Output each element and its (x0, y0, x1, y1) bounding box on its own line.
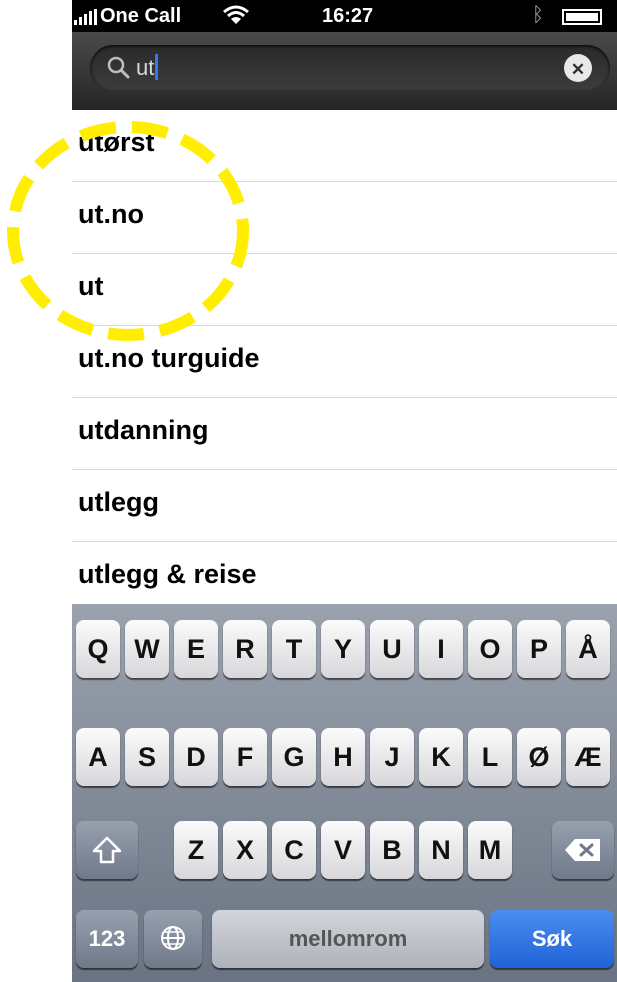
key-m[interactable]: M (468, 821, 512, 879)
clear-search-button[interactable]: ✕ (564, 54, 592, 82)
suggestion-item[interactable]: utdanning (72, 394, 617, 470)
backspace-icon (565, 839, 600, 861)
suggestion-label: ut.no turguide (78, 343, 260, 373)
suggestion-item[interactable]: utlegg (72, 466, 617, 542)
carrier-name: One Call (100, 5, 182, 27)
suggestion-item[interactable]: ut (72, 250, 617, 326)
search-input[interactable]: ut ✕ (90, 45, 610, 91)
key-w[interactable]: W (125, 620, 169, 678)
globe-icon (161, 926, 185, 950)
key-t[interactable]: T (272, 620, 316, 678)
key-y[interactable]: Y (321, 620, 365, 678)
space-key[interactable]: mellomrom (212, 910, 484, 968)
key-l[interactable]: L (468, 728, 512, 786)
on-screen-keyboard: Q W E R T Y U I O P Å A S D F G H J K L … (72, 604, 617, 982)
shift-icon (92, 836, 122, 864)
suggestion-item[interactable]: utlegg & reise (72, 538, 617, 604)
suggestion-item[interactable]: utørst (72, 110, 617, 182)
key-s[interactable]: S (125, 728, 169, 786)
key-i[interactable]: I (419, 620, 463, 678)
suggestion-label: utlegg (78, 487, 159, 517)
key-g[interactable]: G (272, 728, 316, 786)
key-f[interactable]: F (223, 728, 267, 786)
key-a[interactable]: A (76, 728, 120, 786)
globe-key[interactable] (144, 910, 202, 968)
key-z[interactable]: Z (174, 821, 218, 879)
suggestion-list: utørst ut.no ut ut.no turguide utdanning… (72, 110, 617, 604)
status-bar: One Call 16:27 ᛒ (72, 0, 617, 32)
key-aring[interactable]: Å (566, 620, 610, 678)
signal-strength-icon (74, 9, 98, 25)
phone-screen: One Call 16:27 ᛒ ut ✕ utørst ut.no ut ut… (72, 0, 617, 982)
backspace-key[interactable] (552, 821, 614, 879)
suggestion-label: ut.no (78, 199, 144, 229)
key-j[interactable]: J (370, 728, 414, 786)
key-d[interactable]: D (174, 728, 218, 786)
key-p[interactable]: P (517, 620, 561, 678)
key-n[interactable]: N (419, 821, 463, 879)
key-k[interactable]: K (419, 728, 463, 786)
key-q[interactable]: Q (76, 620, 120, 678)
suggestion-label: ut (78, 271, 104, 301)
key-b[interactable]: B (370, 821, 414, 879)
search-query-text: ut (136, 54, 159, 81)
suggestion-item[interactable]: ut.no (72, 178, 617, 254)
close-icon: ✕ (570, 60, 586, 79)
shift-key[interactable] (76, 821, 138, 879)
bluetooth-icon: ᛒ (532, 4, 544, 26)
key-v[interactable]: V (321, 821, 365, 879)
suggestion-label: utlegg & reise (78, 559, 257, 589)
key-ae[interactable]: Æ (566, 728, 610, 786)
key-e[interactable]: E (174, 620, 218, 678)
numbers-key[interactable]: 123 (76, 910, 138, 968)
key-u[interactable]: U (370, 620, 414, 678)
suggestion-label: utørst (78, 127, 155, 157)
wifi-icon (223, 5, 249, 24)
clock: 16:27 (322, 5, 374, 27)
key-c[interactable]: C (272, 821, 316, 879)
search-icon (107, 56, 130, 79)
search-return-key[interactable]: Søk (490, 910, 614, 968)
key-o[interactable]: O (468, 620, 512, 678)
key-h[interactable]: H (321, 728, 365, 786)
suggestion-item[interactable]: ut.no turguide (72, 322, 617, 398)
key-r[interactable]: R (223, 620, 267, 678)
suggestion-label: utdanning (78, 415, 209, 445)
text-cursor (155, 54, 159, 80)
key-oslash[interactable]: Ø (517, 728, 561, 786)
search-bar: ut ✕ (72, 32, 617, 110)
battery-icon (562, 9, 602, 25)
key-x[interactable]: X (223, 821, 267, 879)
